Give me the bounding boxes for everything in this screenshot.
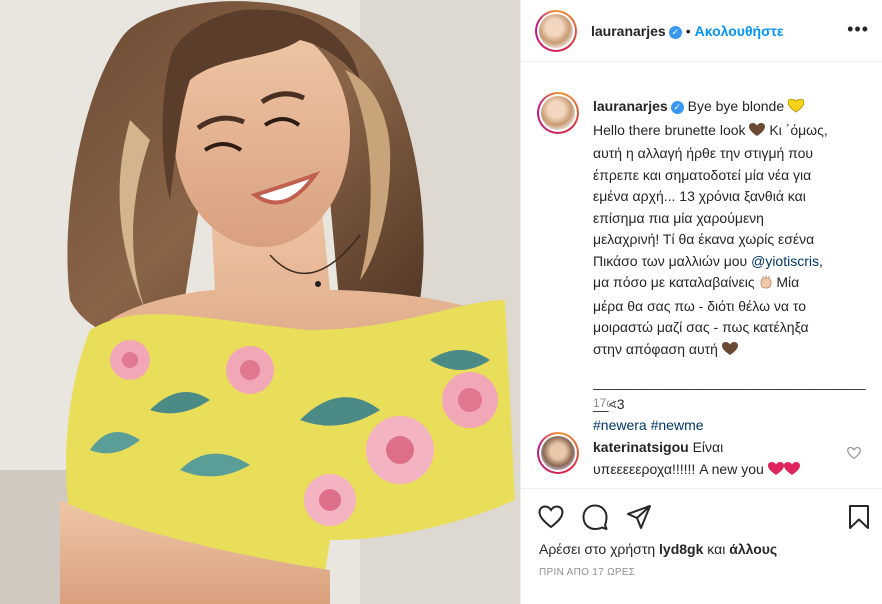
caption-line: αυτή η αλλαγή ήρθε την στιγμή που bbox=[593, 145, 814, 161]
instagram-post: lauranarjes ✓ • Ακολουθήστε ••• lauranarjes… bbox=[0, 0, 882, 604]
caption-line: μοιραστώ μαζί σας - πως κατέληξα bbox=[593, 319, 809, 335]
comment-icon[interactable] bbox=[581, 503, 609, 531]
post-photo[interactable] bbox=[0, 0, 520, 604]
comment-body: υπεεεεεροχα!!!!!! A new you bbox=[593, 461, 764, 477]
caption-line: Bye bye blonde bbox=[687, 98, 785, 114]
post-side-panel: lauranarjes ✓ • Ακολουθήστε ••• lauranarjes… bbox=[520, 0, 882, 604]
author-avatar[interactable] bbox=[535, 10, 577, 52]
like-icon[interactable] bbox=[537, 503, 565, 531]
caption-separator: ___________________________________ bbox=[593, 374, 866, 390]
caption-line: επίσημα πια μία χαρούμενη bbox=[593, 209, 764, 226]
commenter-username[interactable]: katerinatsigou bbox=[593, 439, 689, 455]
brown-heart-icon bbox=[721, 341, 738, 363]
comment-item: katerinatsigou Είναι υπεεεεεροχα!!!!!! A… bbox=[521, 432, 882, 484]
caption-line: Μία bbox=[776, 274, 800, 290]
more-options-icon[interactable]: ••• bbox=[847, 20, 869, 38]
caption-line: στην απόφαση αυτή bbox=[593, 340, 718, 357]
likes-prefix: Αρέσει στο χρήστη bbox=[539, 541, 656, 557]
caption-line: έπρεπε και σηματοδοτεί μία νέα για bbox=[593, 166, 812, 183]
red-heart-icon bbox=[783, 460, 800, 482]
comment-text: katerinatsigou Είναι υπεεεεεροχα!!!!!! A… bbox=[593, 436, 843, 482]
mention-link[interactable]: @yiotiscris bbox=[751, 253, 819, 269]
verified-badge-icon: ✓ bbox=[668, 26, 682, 39]
hashtag-link[interactable]: #newera bbox=[593, 417, 647, 433]
red-heart-icon bbox=[767, 460, 784, 482]
post-actions: Αρέσει στο χρήστη lyd8gk και άλλους ΠΡΙΝ… bbox=[521, 488, 882, 604]
brown-heart-icon bbox=[749, 122, 766, 144]
caption-line: εμένα αρχή... 13 χρόνια ξανθιά και bbox=[593, 188, 806, 204]
caption-avatar[interactable] bbox=[537, 92, 579, 134]
likes-user[interactable]: lyd8gk bbox=[659, 541, 703, 557]
caption-comma: , bbox=[819, 252, 823, 269]
hand-emoji-icon bbox=[759, 274, 773, 296]
likes-summary[interactable]: Αρέσει στο χρήστη lyd8gk και άλλους bbox=[539, 541, 777, 557]
verified-badge-icon: ✓ bbox=[670, 101, 684, 114]
caption-line: μελαχρινή! Τί θα έκανα χωρίς εσένα bbox=[593, 231, 815, 247]
share-icon[interactable] bbox=[625, 503, 653, 531]
commenter-avatar[interactable] bbox=[537, 432, 579, 474]
caption-time-ago[interactable]: 17ω bbox=[593, 396, 616, 410]
separator-dot: • bbox=[685, 23, 691, 39]
comment-body: Είναι bbox=[692, 439, 724, 455]
caption-line: Πικάσο των μαλλιών μου bbox=[593, 252, 748, 269]
author-line: lauranarjes ✓ • Ακολουθήστε bbox=[591, 23, 784, 39]
author-username[interactable]: lauranarjes bbox=[591, 23, 666, 39]
caption-line: __<3 bbox=[593, 395, 625, 412]
caption-line: μέρα θα σας πω - διότι θέλω να το bbox=[593, 297, 806, 314]
hashtag-link[interactable]: #newme bbox=[651, 417, 704, 433]
caption-line: μα πόσο με καταλαβαίνεις bbox=[593, 274, 755, 290]
caption-line: Hello there brunette look bbox=[593, 121, 746, 138]
caption-text: lauranarjes ✓ Bye bye blonde Hello there … bbox=[593, 96, 871, 437]
post-timestamp[interactable]: ΠΡΙΝ ΑΠΟ 17 ΩΡΕΣ bbox=[539, 567, 635, 578]
bookmark-icon[interactable] bbox=[845, 503, 873, 531]
follow-button[interactable]: Ακολουθήστε bbox=[695, 23, 784, 39]
likes-others[interactable]: άλλους bbox=[729, 541, 777, 557]
post-header: lauranarjes ✓ • Ακολουθήστε ••• bbox=[521, 0, 882, 62]
portrait-illustration bbox=[0, 0, 520, 604]
caption-username[interactable]: lauranarjes bbox=[593, 98, 668, 114]
likes-middle: και bbox=[707, 541, 726, 557]
like-comment-icon[interactable] bbox=[847, 446, 861, 460]
caption-line: Κι ΄όμως, bbox=[769, 121, 828, 138]
yellow-heart-icon bbox=[787, 98, 805, 120]
